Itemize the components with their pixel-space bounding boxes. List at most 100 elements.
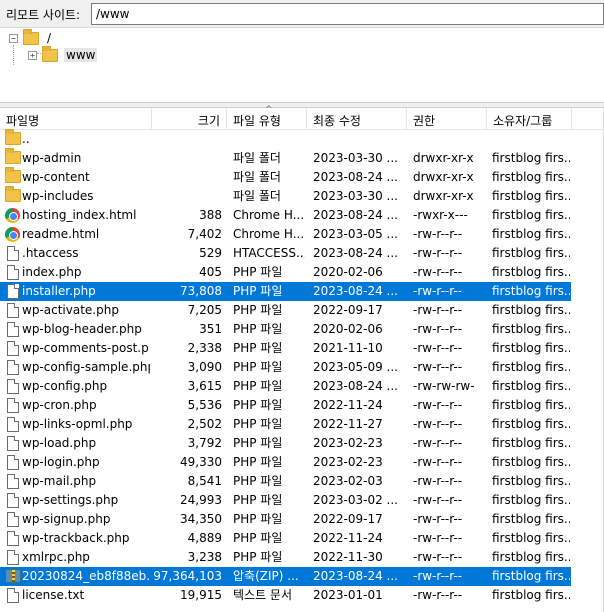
file-icon <box>7 531 19 546</box>
table-row[interactable]: wp-config-sample.php 3,090 PHP 파일 2023-05-0… <box>0 358 571 377</box>
cell-date: 2023-03-02 ... <box>313 493 398 507</box>
cell-perm: -rwxr-x--- <box>413 208 468 222</box>
table-row[interactable]: wp-settings.php 24,993 PHP 파일 2023-03-02 ..… <box>0 491 571 510</box>
file-icon <box>5 550 21 565</box>
cell-perm <box>413 130 485 149</box>
cell-perm: -rw-r--r-- <box>413 303 463 317</box>
column-header-name[interactable]: 파일명 <box>0 108 152 130</box>
cell-size: 529 <box>199 246 222 260</box>
file-icon <box>5 455 21 470</box>
cell-perm: drwxr-xr-x <box>413 151 474 165</box>
table-row[interactable]: xmlrpc.php 3,238 PHP 파일 2022-11-30 -rw-r--r-… <box>0 548 571 567</box>
cell-type: HTACCESS... <box>233 246 305 260</box>
cell-size: 7,402 <box>187 227 222 241</box>
file-icon <box>7 417 19 432</box>
table-row[interactable]: wp-cron.php 5,536 PHP 파일 2022-11-24 -rw-r--r… <box>0 396 571 415</box>
cell-name: 20230824_eb8f88eb... <box>22 569 150 583</box>
cell-owner: firstblog firs... <box>492 417 570 431</box>
folder-icon <box>23 28 39 45</box>
column-header-modified[interactable]: 최종 수정 <box>307 108 407 130</box>
table-row[interactable]: wp-includes 파일 폴더 2023-03-30 ... drwxr-xr-x… <box>0 186 571 206</box>
cell-perm: -rw-r--r-- <box>413 284 463 298</box>
table-row[interactable]: installer.php 73,808 PHP 파일 2023-08-24 ... -… <box>0 282 571 301</box>
table-row[interactable]: wp-admin 파일 폴더 2023-03-30 ... drwxr-xr-x fir… <box>0 148 571 168</box>
cell-name: wp-blog-header.php <box>22 322 142 336</box>
table-row[interactable]: wp-links-opml.php 2,502 PHP 파일 2022-11-27 -r… <box>0 415 571 434</box>
file-icon <box>7 379 19 394</box>
file-icon <box>7 493 19 508</box>
cell-date: 2023-08-24 ... <box>313 284 398 298</box>
cell-owner: firstblog firs... <box>492 208 570 222</box>
table-row[interactable]: readme.html 7,402 Chrome H... 2023-03-05 ..… <box>0 225 571 244</box>
tree-node-www[interactable]: + www <box>28 45 98 64</box>
cell-perm: -rw-rw-rw- <box>413 379 475 393</box>
tree-node-label[interactable]: / <box>45 31 53 45</box>
remote-site-bar: 리모트 사이트: /www <box>0 0 604 28</box>
table-row[interactable]: wp-login.php 49,330 PHP 파일 2023-02-23 -rw-r-… <box>0 453 571 472</box>
cell-perm: -rw-r--r-- <box>413 531 463 545</box>
file-icon <box>5 341 21 356</box>
cell-name: .htaccess <box>22 246 79 260</box>
cell-date: 2020-02-06 <box>313 322 383 336</box>
cell-name: license.txt <box>22 588 85 602</box>
file-icon <box>5 246 21 261</box>
file-icon <box>5 436 21 451</box>
table-row[interactable]: index.php 405 PHP 파일 2020-02-06 -rw-r--r-- fi… <box>0 263 571 282</box>
cell-owner: firstblog firs... <box>492 569 570 583</box>
cell-date: 2023-03-05 ... <box>313 227 398 241</box>
cell-owner: firstblog firs... <box>492 170 570 184</box>
cell-perm: -rw-r--r-- <box>413 417 463 431</box>
cell-owner: firstblog firs... <box>492 455 570 469</box>
cell-type: PHP 파일 <box>233 398 283 412</box>
column-header-owner[interactable]: 소유자/그룹 <box>487 108 572 130</box>
cell-name: wp-load.php <box>22 436 97 450</box>
table-row[interactable]: .htaccess 529 HTACCESS... 2023-08-24 ... -rw… <box>0 244 571 263</box>
cell-date: 2023-08-24 ... <box>313 246 398 260</box>
table-row[interactable]: wp-comments-post.p... 2,338 PHP 파일 2021-11-… <box>0 339 571 358</box>
cell-owner <box>492 130 570 149</box>
cell-owner: firstblog firs... <box>492 398 570 412</box>
cell-type: 파일 폴더 <box>233 151 281 165</box>
cell-owner: firstblog firs... <box>492 531 570 545</box>
cell-perm: -rw-r--r-- <box>413 436 463 450</box>
table-row[interactable]: wp-trackback.php 4,889 PHP 파일 2022-11-24 -rw… <box>0 529 571 548</box>
remote-path-input[interactable]: /www <box>91 3 604 25</box>
table-row[interactable]: wp-content 파일 폴더 2023-08-24 ... drwxr-xr-x f… <box>0 167 571 187</box>
collapse-icon[interactable]: − <box>9 33 18 43</box>
table-row[interactable]: wp-blog-header.php 351 PHP 파일 2020-02-06 -rw… <box>0 320 571 339</box>
table-row[interactable]: license.txt 19,915 텍스트 문서 2023-01-01 -rw-r--… <box>0 586 571 605</box>
table-row[interactable]: hosting_index.html 388 Chrome H... 2023-08-… <box>0 206 571 225</box>
cell-perm: -rw-r--r-- <box>413 398 463 412</box>
table-row[interactable]: wp-signup.php 34,350 PHP 파일 2022-09-17 -rw-r… <box>0 510 571 529</box>
cell-date: 2023-08-24 ... <box>313 379 398 393</box>
file-icon <box>5 379 21 394</box>
file-icon <box>5 493 21 508</box>
column-header-permissions[interactable]: 권한 <box>407 108 487 130</box>
cell-name: .. <box>22 132 30 146</box>
table-row[interactable]: 20230824_eb8f88eb... 97,364,103 압축(ZIP) ..… <box>0 567 571 586</box>
cell-type: PHP 파일 <box>233 284 283 298</box>
cell-name: wp-admin <box>22 151 82 165</box>
expand-icon[interactable]: + <box>28 50 37 60</box>
chrome-icon <box>5 208 20 223</box>
file-icon <box>7 550 19 565</box>
file-icon <box>5 360 21 375</box>
cell-perm: -rw-r--r-- <box>413 341 463 355</box>
table-row[interactable]: wp-activate.php 7,205 PHP 파일 2022-09-17 -rw-… <box>0 301 571 320</box>
column-header-size[interactable]: 크기 <box>152 108 227 130</box>
file-icon <box>5 474 21 489</box>
cell-size: 34,350 <box>180 512 222 526</box>
tree-node-label[interactable]: www <box>64 48 98 62</box>
cell-size: 19,915 <box>180 588 222 602</box>
cell-owner: firstblog firs... <box>492 379 570 393</box>
table-row[interactable]: wp-config.php 3,615 PHP 파일 2023-08-24 ... -r… <box>0 377 571 396</box>
tree-node-root[interactable]: − / <box>9 28 53 47</box>
table-row[interactable]: wp-load.php 3,792 PHP 파일 2023-02-23 -rw-r--r… <box>0 434 571 453</box>
folder-icon <box>5 148 21 166</box>
cell-type: PHP 파일 <box>233 455 283 469</box>
table-row[interactable]: .. <box>0 129 571 149</box>
table-row[interactable]: wp-mail.php 8,541 PHP 파일 2023-02-03 -rw-r--r… <box>0 472 571 491</box>
cell-size: 24,993 <box>180 493 222 507</box>
cell-date: 2022-09-17 <box>313 303 383 317</box>
cell-size: 73,808 <box>180 284 222 298</box>
